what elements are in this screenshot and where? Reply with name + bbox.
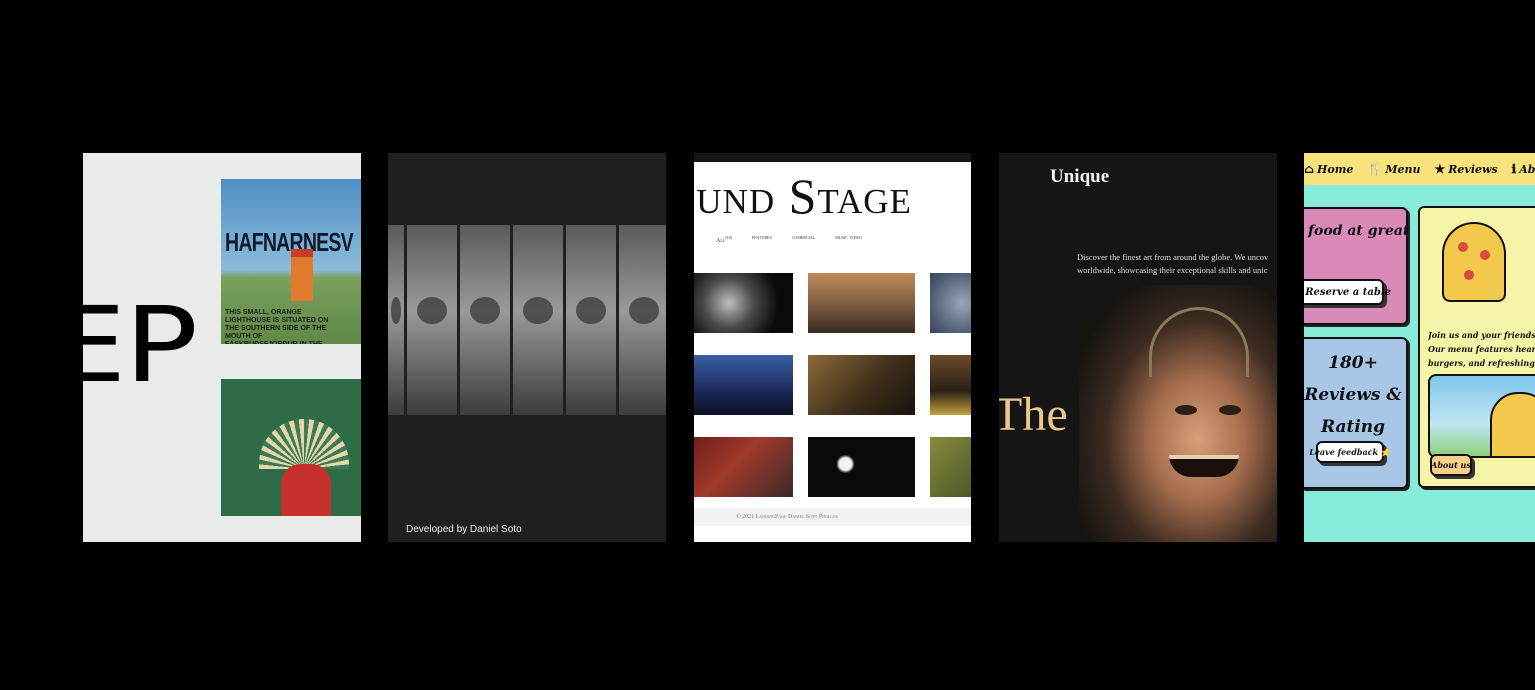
top-bar [694,153,971,162]
portrait-image [566,225,616,415]
portrait-image [513,225,563,415]
fan-graphic [259,419,349,469]
reviews-count: 180+ Reviews & Rating [1304,347,1406,443]
nav-reviews-label: Reviews [1448,162,1498,176]
artwork-hair [1149,307,1249,377]
site-footer: © 2021 LandingPage Daniel Soto Pinillos [694,508,971,526]
reserve-table-button[interactable]: 🍽 Reserve a table [1304,279,1391,305]
artwork-eye [1175,405,1197,415]
filter-count: (18) [725,235,732,240]
promo-text: food at great [1308,223,1410,239]
filter-nav: All(18) features comercial music video [716,235,862,244]
artwork-mouth [1169,455,1239,477]
description-line: Discover the finest art from around the … [1077,252,1269,262]
figure-graphic [281,464,331,516]
video-thumbnail[interactable] [930,437,971,497]
video-thumbnail[interactable] [808,273,915,333]
video-thumbnail[interactable] [808,355,915,415]
poster-title: HAFNARNESV [225,227,354,257]
cartoon-dog [1490,392,1535,456]
reviews-line: Rating [1320,417,1386,437]
filter-comercial[interactable]: comercial [792,235,816,244]
hero-letters: EP [83,284,198,406]
project-card-2[interactable]: Developed by Daniel Soto [388,153,666,542]
about-line: Join us and your friends for a [1428,330,1535,340]
nav-about[interactable]: ℹAbout [1512,162,1535,176]
video-thumbnail[interactable] [930,273,971,333]
pizza-mascot [1442,222,1506,302]
lighthouse-poster: HAFNARNESV THIS SMALL, ORANGE LIGHTHOUSE… [221,179,361,344]
large-heading: The [999,388,1068,441]
about-panel: Join us and your friends for a Our menu … [1418,206,1535,488]
fan-poster [221,379,361,516]
reviews-line: Reviews & [1304,385,1402,405]
about-line: burgers, and refreshing drinks. [1428,358,1535,368]
portrait-strip [388,225,666,415]
portrait-image [407,225,457,415]
portrait-image [460,225,510,415]
project-card-5[interactable]: ⌂Home 🍴Menu ★Reviews ℹAbout food at grea… [1304,153,1535,542]
promo-panel: food at great 🍽 Reserve a table [1304,207,1410,325]
video-thumbnail[interactable] [694,437,793,497]
poster-description: THIS SMALL, ORANGE LIGHTHOUSE IS SITUATE… [225,309,329,344]
nav-about-label: About [1519,162,1535,176]
cartoon-image [1428,374,1535,458]
portrait-artwork [1079,285,1277,542]
portrait-image [388,225,404,415]
project-card-3[interactable]: ound Stage All(18) features comercial mu… [694,153,971,542]
nav-home[interactable]: ⌂ Home [1304,162,1353,176]
video-thumbnail[interactable] [694,273,793,333]
section-description: Discover the finest art from around the … [1077,251,1277,277]
video-thumbnail[interactable] [694,355,793,415]
filter-music-video[interactable]: music video [835,235,862,244]
project-card-4[interactable]: Unique Discover the finest art from arou… [999,153,1277,542]
about-text: Join us and your friends for a Our menu … [1428,328,1535,370]
house-icon: ⌂ [1304,162,1315,176]
video-thumbnail[interactable] [930,355,971,415]
lighthouse-graphic [291,249,313,301]
video-thumbnail[interactable] [808,437,915,497]
nav-menu-label: Menu [1385,162,1421,176]
developer-credit: Developed by Daniel Soto [406,524,522,535]
project-card-1[interactable]: EP HAFNARNESV THIS SMALL, ORANGE LIGHTHO… [83,153,361,542]
reviews-panel: 180+ Reviews & Rating Leave feedback ⭐ [1304,337,1408,489]
site-title: ound Stage [694,168,912,224]
project-carousel: EP HAFNARNESV THIS SMALL, ORANGE LIGHTHO… [0,0,1535,690]
filter-all-label: All [716,238,726,244]
utensils-icon: 🍴 [1367,162,1383,176]
about-us-button[interactable]: About us [1430,454,1472,476]
reviews-line: 180+ [1328,353,1378,373]
section-heading: Unique [1050,166,1110,187]
nav-menu[interactable]: 🍴 Menu [1367,162,1420,176]
restaurant-nav: ⌂Home 🍴Menu ★Reviews ℹAbout [1304,153,1535,185]
info-icon: ℹ [1511,162,1517,176]
portrait-image [619,225,666,415]
leave-feedback-button[interactable]: Leave feedback ⭐ [1309,441,1391,463]
star-icon: ★ [1434,162,1446,176]
about-line: Our menu features hearty lu [1428,344,1535,354]
nav-reviews[interactable]: ★ Reviews [1435,162,1498,176]
description-line: worldwide, showcasing their exceptional … [1077,265,1268,275]
nav-home-label: Home [1317,162,1354,176]
filter-features[interactable]: features [752,235,772,244]
filter-all[interactable]: All(18) [716,235,732,244]
artwork-eye [1219,405,1241,415]
